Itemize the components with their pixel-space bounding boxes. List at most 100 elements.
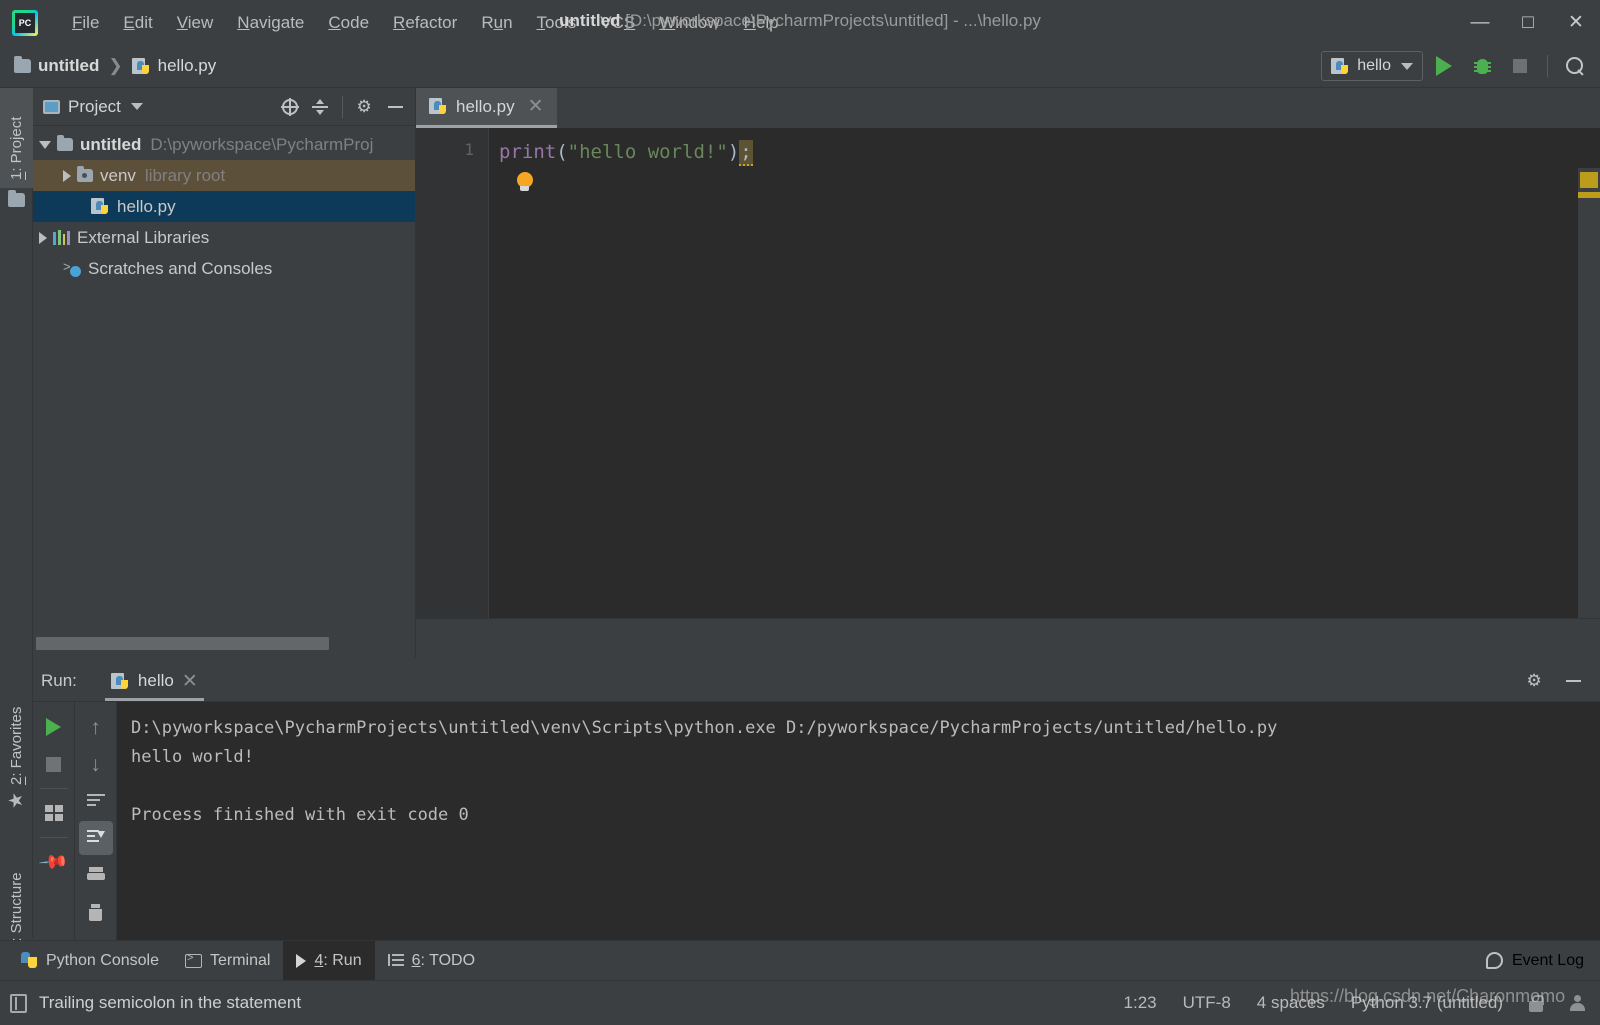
play-icon (46, 718, 61, 736)
soft-wrap-button[interactable] (79, 784, 113, 818)
debug-button[interactable] (1465, 49, 1499, 83)
tree-item-sublabel: library root (144, 165, 226, 185)
target-icon (281, 97, 299, 116)
run-configuration-selector[interactable]: hello (1321, 51, 1423, 81)
bottom-tab-label: 6: TODO (411, 951, 476, 969)
code-line-1[interactable]: print("hello world!"); (499, 140, 1600, 166)
chevron-down-icon[interactable] (130, 103, 143, 110)
editor-tab-hello-py[interactable]: hello.py ✕ (416, 88, 557, 128)
lightbulb-icon[interactable] (517, 172, 535, 194)
scratches-icon (63, 259, 81, 277)
bottom-tab-python-console[interactable]: Python Console (8, 941, 172, 981)
breadcrumb-item-project[interactable]: untitled (38, 56, 99, 76)
window-title: untitled [D:\pyworkspace\PycharmProjects… (559, 11, 1041, 31)
line-number: 1 (464, 140, 474, 159)
menu-edit[interactable]: Edit (111, 9, 164, 37)
bottom-tab-run[interactable]: 4: Run (283, 940, 375, 981)
token-trailing-semicolon[interactable]: ; (739, 140, 753, 166)
toolbar-separator (39, 837, 68, 838)
caret-position[interactable]: 1:23 (1124, 993, 1157, 1013)
menu-file[interactable]: File (60, 9, 111, 37)
library-icon (53, 230, 70, 245)
clear-all-button[interactable] (79, 895, 113, 929)
layout-button[interactable] (37, 796, 71, 830)
run-console-output[interactable]: D:\pyworkspace\PycharmProjects\untitled\… (117, 702, 1600, 940)
run-button[interactable] (1427, 49, 1461, 83)
collapse-all-button[interactable] (306, 93, 334, 121)
run-tab-label: hello (137, 671, 174, 690)
close-icon[interactable]: ✕ (182, 670, 198, 693)
pycharm-logo-icon (12, 9, 38, 36)
pin-icon: 📌 (37, 846, 69, 879)
maximize-button[interactable]: □ (1504, 0, 1552, 45)
hide-panel-button[interactable] (381, 93, 409, 121)
code-editor: 1 print("hello world!"); (416, 128, 1600, 698)
indent-selector[interactable]: 4 spaces (1257, 993, 1325, 1013)
encoding-selector[interactable]: UTF-8 (1183, 993, 1231, 1013)
console-line: hello world! (131, 747, 254, 767)
close-icon[interactable]: ✕ (528, 95, 544, 118)
up-button[interactable]: ↑ (79, 710, 113, 744)
status-message: Trailing semicolon in the statement (39, 993, 302, 1012)
interpreter-selector[interactable]: Python 3.7 (untitled) (1351, 993, 1503, 1013)
breadcrumb-item-file[interactable]: hello.py (158, 56, 217, 76)
tree-item-external-libraries[interactable]: External Libraries (33, 222, 415, 253)
event-log-label[interactable]: Event Log (1512, 952, 1584, 970)
tree-item-venv[interactable]: venv library root (33, 160, 415, 191)
run-tool-window: Run: hello ✕ ⚙ 📌 ↑ ↓ D:\pyworkspace\Pych… (33, 660, 1600, 940)
print-button[interactable] (79, 858, 113, 892)
down-button[interactable]: ↓ (79, 747, 113, 781)
stop-process-button[interactable] (37, 747, 71, 781)
menu-view[interactable]: View (165, 9, 226, 37)
tree-item-scratches[interactable]: Scratches and Consoles (33, 253, 415, 284)
menu-refactor[interactable]: Refactor (381, 9, 469, 37)
search-everywhere-button[interactable] (1558, 49, 1592, 83)
sidebar-tab-favorites[interactable]: ★ 2: Favorites (0, 688, 33, 818)
run-settings-button[interactable]: ⚙ (1520, 666, 1550, 696)
left-tool-window-bar: 1: Project ★ 2: Favorites 7: Structure (0, 88, 33, 950)
bottom-tab-todo[interactable]: 6: TODO (375, 941, 488, 981)
tree-item-label: venv (100, 165, 136, 185)
bottom-tab-label: Python Console (46, 951, 159, 969)
soft-wrap-icon (86, 793, 105, 809)
window-controls: — □ ✕ (1456, 0, 1600, 45)
project-panel-title: Project (68, 96, 121, 116)
stop-square-icon (1513, 59, 1527, 73)
tree-item-untitled[interactable]: untitled D:\pyworkspace\PycharmProj (33, 129, 415, 160)
chevron-down-icon (1401, 62, 1413, 70)
scroll-to-end-button[interactable] (78, 821, 113, 855)
close-button[interactable]: ✕ (1552, 0, 1600, 45)
chevron-down-icon[interactable] (39, 140, 51, 149)
tree-item-hello-py[interactable]: hello.py (33, 191, 415, 222)
python-console-icon (21, 952, 38, 969)
lock-icon[interactable] (1529, 994, 1544, 1012)
project-settings-button[interactable]: ⚙ (351, 93, 379, 121)
select-opened-file-button[interactable] (276, 93, 304, 121)
person-icon[interactable] (1569, 994, 1586, 1012)
navbar-right-toolbar: hello (1321, 49, 1592, 83)
rerun-button[interactable] (37, 710, 71, 744)
layout-icon (44, 805, 63, 821)
stop-button[interactable] (1503, 49, 1537, 83)
project-horizontal-scrollbar[interactable] (36, 637, 413, 650)
run-right-toolbar: ↑ ↓ (75, 702, 117, 940)
sidebar-tab-project[interactable]: 1: Project (0, 88, 33, 188)
star-icon: ★ (5, 791, 27, 810)
menu-run[interactable]: Run (469, 9, 524, 37)
warning-stripe-marker[interactable] (1578, 192, 1600, 198)
minimize-button[interactable]: — (1456, 0, 1504, 45)
code-content[interactable]: print("hello world!"); (489, 128, 1600, 658)
bottom-tab-terminal[interactable]: Terminal (172, 941, 283, 981)
collapse-all-icon (312, 98, 328, 115)
chevron-right-icon[interactable] (39, 231, 47, 244)
chevron-right-icon[interactable] (63, 169, 71, 182)
scrollbar-thumb[interactable] (36, 637, 329, 650)
warning-marker-icon[interactable] (1580, 172, 1598, 188)
run-tab-hello[interactable]: hello ✕ (104, 661, 204, 701)
pin-tab-button[interactable]: 📌 (37, 845, 71, 879)
hide-run-window-button[interactable] (1558, 666, 1588, 696)
folder-icon (57, 135, 73, 151)
run-window-header-buttons: ⚙ (1520, 666, 1600, 696)
menu-code[interactable]: Code (316, 9, 381, 37)
menu-navigate[interactable]: Navigate (225, 9, 316, 37)
